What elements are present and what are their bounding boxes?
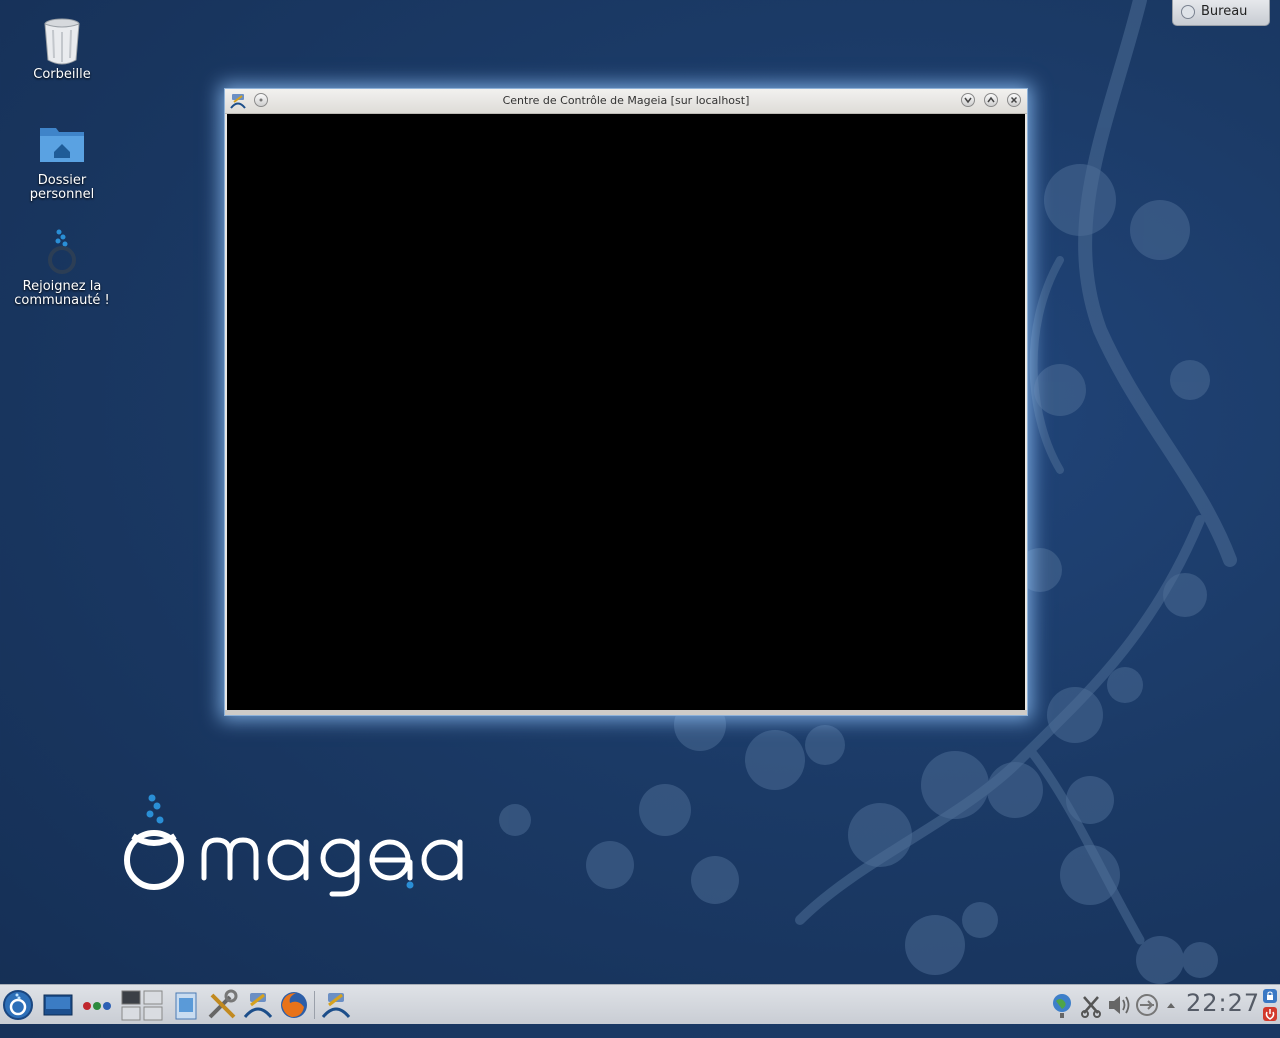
desktop-icon-label: Rejoignez la communauté ! (14, 279, 110, 308)
window-content (227, 114, 1025, 710)
network-icon[interactable] (1050, 989, 1074, 1021)
window-titlebar[interactable]: Centre de Contrôle de Mageia [sur localh… (225, 89, 1027, 114)
activity-icon (1181, 5, 1195, 19)
maximize-button[interactable] (984, 93, 998, 107)
minimize-button[interactable] (961, 93, 975, 107)
window-bottom-border[interactable] (225, 710, 1027, 715)
control-center-window[interactable]: Centre de Contrôle de Mageia [sur localh… (224, 88, 1028, 716)
clock[interactable]: 22:27 (1186, 989, 1260, 1017)
desktop-icon-label: Corbeille (33, 67, 91, 82)
file-manager-icon[interactable] (172, 989, 200, 1021)
close-button[interactable] (1007, 93, 1021, 107)
activity-dots-icon[interactable] (82, 989, 114, 1021)
expand-tray-icon[interactable] (1164, 989, 1178, 1021)
home-folder-icon (38, 122, 86, 170)
volume-icon[interactable] (1106, 989, 1132, 1021)
firefox-icon[interactable] (278, 989, 310, 1021)
pager-icon[interactable] (120, 989, 164, 1021)
mageia-community-icon (38, 228, 86, 276)
desktop-icon-home-folder[interactable]: Dossier personnel (7, 122, 117, 202)
mageia-logo (120, 790, 465, 900)
activity-button[interactable]: Bureau (1172, 0, 1270, 26)
window-title: Centre de Contrôle de Mageia [sur localh… (502, 94, 750, 107)
tools-icon[interactable] (206, 989, 238, 1021)
desktop-icon-trash[interactable]: Corbeille (7, 16, 117, 82)
trash-icon (38, 16, 86, 65)
show-desktop-icon[interactable] (42, 989, 74, 1021)
taskbar: 22:27 (0, 984, 1280, 1024)
activity-label: Bureau (1201, 4, 1248, 19)
clipboard-icon[interactable] (1080, 989, 1102, 1021)
usb-icon[interactable] (1134, 989, 1160, 1021)
mageia-menu-icon[interactable] (2, 989, 34, 1021)
power-icon[interactable] (1262, 1006, 1278, 1038)
desktop-icon-community[interactable]: Rejoignez la communauté ! (7, 228, 117, 308)
desktop-icon-label: Dossier personnel (29, 173, 95, 202)
control-center-task-icon[interactable] (320, 989, 352, 1021)
control-center-icon[interactable] (242, 989, 274, 1021)
taskbar-separator (314, 991, 315, 1019)
